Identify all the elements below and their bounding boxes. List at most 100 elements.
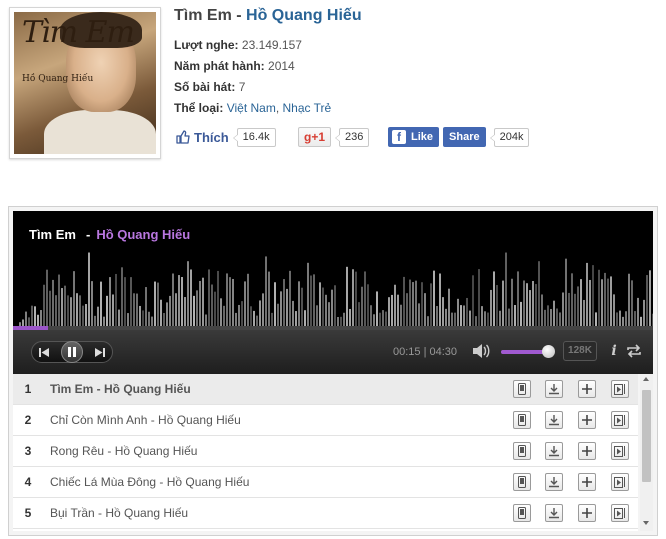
play-next-icon[interactable] bbox=[611, 504, 629, 522]
visualizer-bar bbox=[607, 278, 609, 329]
playlist-scrollbar[interactable] bbox=[640, 374, 653, 531]
visualizer-bar bbox=[442, 297, 444, 329]
visualizer-bar bbox=[220, 298, 222, 329]
track-number: 4 bbox=[24, 475, 32, 489]
mobile-icon[interactable] bbox=[513, 380, 531, 398]
info-icon[interactable]: i bbox=[607, 342, 621, 360]
like-widget: Thích 16.4k bbox=[176, 127, 276, 147]
like-button[interactable]: Thích bbox=[194, 130, 229, 145]
download-icon[interactable] bbox=[545, 411, 563, 429]
visualizer-bar bbox=[403, 276, 405, 329]
visualizer-bar bbox=[583, 299, 585, 329]
thumbs-up-icon[interactable] bbox=[176, 130, 190, 144]
audio-visualizer bbox=[16, 252, 653, 329]
visualizer-bar bbox=[322, 287, 324, 329]
visualizer-bar bbox=[67, 295, 69, 329]
add-icon[interactable] bbox=[578, 411, 596, 429]
visualizer-bar bbox=[394, 284, 396, 329]
download-icon[interactable] bbox=[545, 473, 563, 491]
visualizer-bar bbox=[58, 274, 60, 329]
add-icon[interactable] bbox=[578, 380, 596, 398]
playlist-row[interactable]: 5 Bụi Trần - Hồ Quang Hiếu bbox=[13, 498, 638, 529]
total-time: 04:30 bbox=[429, 346, 458, 358]
track-title[interactable]: Tìm Em - Hồ Quang Hiếu bbox=[50, 382, 191, 396]
track-title[interactable]: Bụi Trần - Hồ Quang Hiếu bbox=[50, 506, 188, 520]
pause-icon[interactable] bbox=[60, 341, 83, 363]
add-icon[interactable] bbox=[578, 473, 596, 491]
visualizer-bar bbox=[412, 282, 414, 329]
mobile-icon[interactable] bbox=[513, 442, 531, 460]
cover-title-art: Tìm Em bbox=[22, 15, 135, 50]
visualizer-bar bbox=[319, 282, 321, 329]
visualizer-bar bbox=[301, 287, 303, 329]
visualizer-bar bbox=[361, 286, 363, 329]
visualizer-bar bbox=[181, 276, 183, 329]
visualizer-bar bbox=[505, 252, 507, 329]
transport-controls bbox=[31, 341, 113, 363]
playlist-row[interactable]: 3 Rong Rêu - Hồ Quang Hiếu bbox=[13, 436, 638, 467]
visualizer-bar bbox=[523, 280, 525, 329]
visualizer-bar bbox=[232, 278, 234, 329]
track-title[interactable]: Chỉ Còn Mình Anh - Hồ Quang Hiếu bbox=[50, 413, 241, 427]
download-icon[interactable] bbox=[545, 380, 563, 398]
volume-icon[interactable] bbox=[471, 342, 491, 360]
album-title[interactable]: Tìm Em bbox=[174, 7, 232, 24]
title-separator: - bbox=[236, 7, 242, 24]
previous-icon[interactable] bbox=[36, 344, 52, 360]
visualizer-bar bbox=[55, 295, 57, 329]
visualizer-bar bbox=[157, 282, 159, 329]
visualizer-bar bbox=[409, 279, 411, 329]
add-icon[interactable] bbox=[578, 504, 596, 522]
volume-knob[interactable] bbox=[542, 345, 555, 358]
visualizer-bar bbox=[334, 285, 336, 329]
cover-artist-art: Hồ Quang Hiếu bbox=[22, 74, 94, 84]
mobile-icon[interactable] bbox=[513, 504, 531, 522]
now-playing-artist[interactable]: Hồ Quang Hiếu bbox=[96, 227, 190, 242]
download-icon[interactable] bbox=[545, 442, 563, 460]
year-row: Năm phát hành: 2014 bbox=[174, 59, 295, 73]
visualizer-bar bbox=[49, 290, 51, 329]
facebook-share-button[interactable]: Share bbox=[443, 127, 486, 147]
playlist-row[interactable]: 4 Chiếc Lá Mùa Đông - Hồ Quang Hiếu bbox=[13, 467, 638, 498]
scroll-thumb[interactable] bbox=[642, 390, 651, 482]
visualizer-bar bbox=[280, 291, 282, 329]
genre-link-vietnam[interactable]: Việt Nam bbox=[227, 101, 276, 115]
visualizer-bar bbox=[541, 294, 543, 329]
visualizer-bar bbox=[283, 279, 285, 329]
visualizer-bar bbox=[274, 282, 276, 329]
genre-row: Thể loại: Việt Nam, Nhạc Trẻ bbox=[174, 101, 331, 115]
now-playing-title: Tìm Em - Hồ Quang Hiếu bbox=[29, 227, 190, 242]
volume-fill bbox=[501, 350, 546, 354]
add-icon[interactable] bbox=[578, 442, 596, 460]
play-next-icon[interactable] bbox=[611, 473, 629, 491]
gplus-button[interactable]: g+1 bbox=[298, 127, 332, 147]
mobile-icon[interactable] bbox=[513, 411, 531, 429]
quality-button[interactable]: 128K bbox=[563, 341, 597, 361]
visualizer-bar bbox=[568, 292, 570, 329]
listens-value: 23.149.157 bbox=[241, 38, 302, 52]
visualizer-bar bbox=[52, 279, 54, 329]
visualizer-bar bbox=[136, 293, 138, 329]
download-icon[interactable] bbox=[545, 504, 563, 522]
next-icon[interactable] bbox=[92, 344, 108, 360]
play-next-icon[interactable] bbox=[611, 442, 629, 460]
playlist-row[interactable]: 2 Chỉ Còn Mình Anh - Hồ Quang Hiếu bbox=[13, 405, 638, 436]
playlist-row[interactable]: 1 Tìm Em - Hồ Quang Hiếu bbox=[13, 374, 638, 405]
repeat-icon[interactable] bbox=[626, 343, 642, 359]
scroll-up-icon[interactable] bbox=[643, 377, 649, 381]
play-next-icon[interactable] bbox=[611, 380, 629, 398]
facebook-like-button[interactable]: f Like bbox=[388, 127, 440, 147]
album-artist-link[interactable]: Hồ Quang Hiếu bbox=[246, 7, 362, 24]
visualizer-bar bbox=[610, 276, 612, 329]
mobile-icon[interactable] bbox=[513, 473, 531, 491]
visualizer-bar bbox=[169, 295, 171, 329]
scroll-down-icon[interactable] bbox=[643, 521, 649, 525]
genre-link-nhac-tre[interactable]: Nhạc Trẻ bbox=[283, 101, 332, 115]
visualizer-bar bbox=[346, 266, 348, 329]
visualizer-bar bbox=[88, 252, 90, 329]
track-title[interactable]: Chiếc Lá Mùa Đông - Hồ Quang Hiếu bbox=[50, 475, 249, 489]
play-next-icon[interactable] bbox=[611, 411, 629, 429]
album-cover[interactable]: Tìm Em Hồ Quang Hiếu bbox=[9, 7, 161, 159]
visualizer-bar bbox=[76, 293, 78, 329]
track-title[interactable]: Rong Rêu - Hồ Quang Hiếu bbox=[50, 444, 197, 458]
